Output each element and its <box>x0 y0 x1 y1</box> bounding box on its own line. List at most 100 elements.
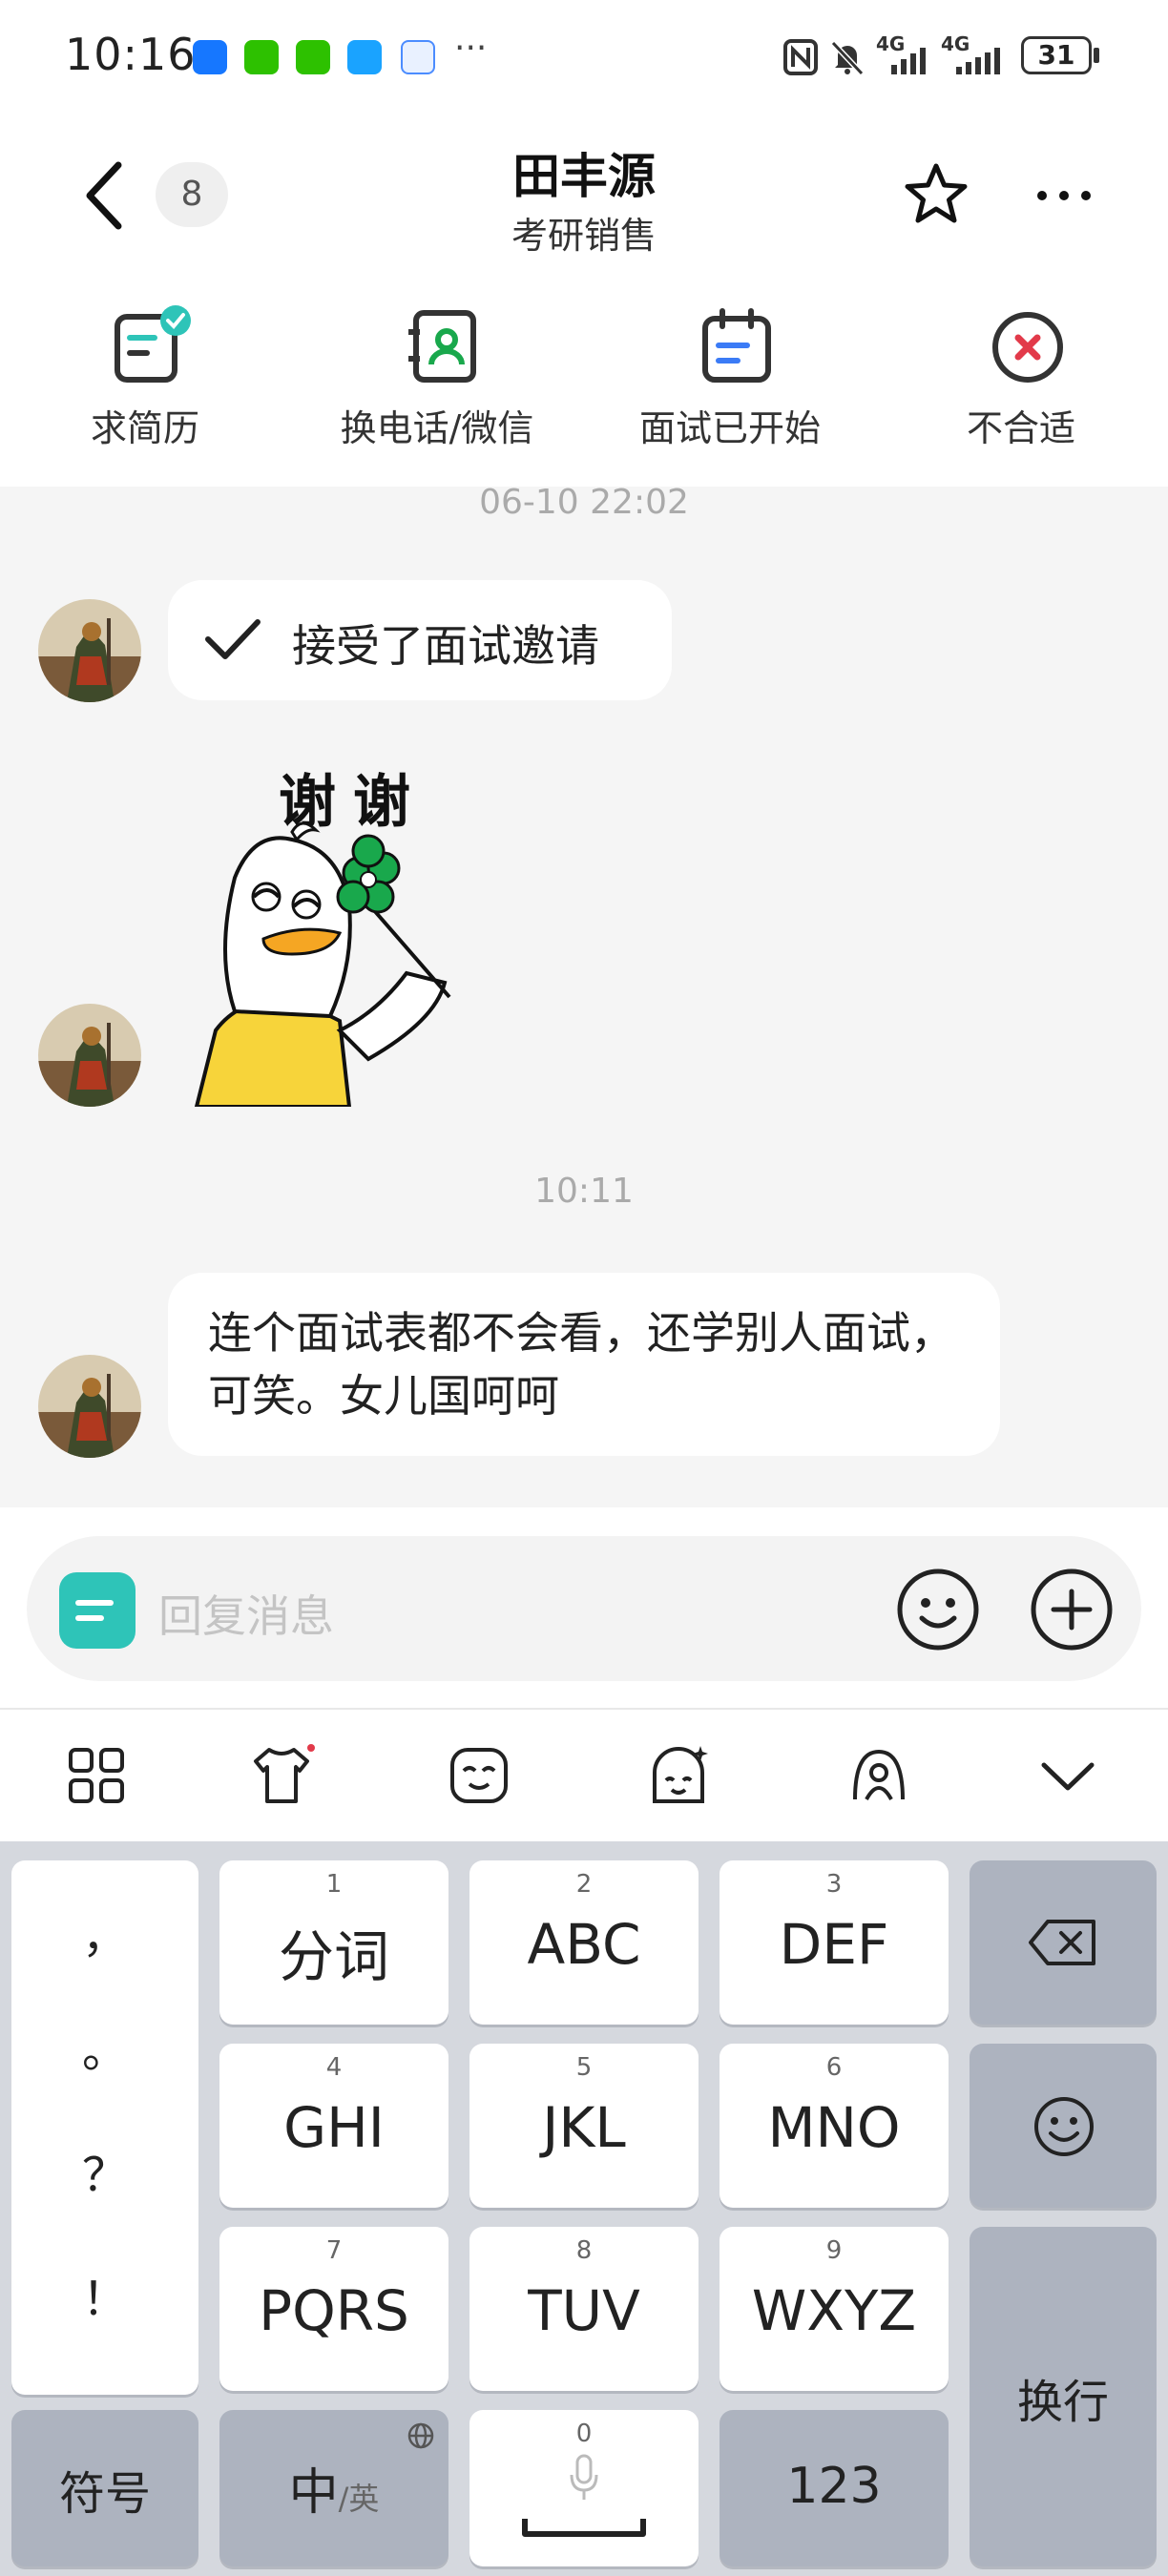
globe-icon <box>407 2422 434 2449</box>
key-number: 1 <box>325 1870 343 1899</box>
more-notifications: ··· <box>454 29 488 68</box>
key-number: 0 <box>575 2420 593 2448</box>
phrases-icon <box>75 1600 114 1621</box>
enter-key-label: 换行 <box>1016 2376 1109 2429</box>
language-switch-key[interactable]: 中/英 <box>219 2410 448 2566</box>
key-5-jkl[interactable]: 5 JKL <box>469 2044 699 2208</box>
numbers-key-label: 123 <box>786 2458 882 2515</box>
message-bubble[interactable]: 接受了面试邀请 <box>168 580 672 700</box>
key-number: 9 <box>825 2236 843 2265</box>
backspace-key[interactable] <box>970 1860 1157 2025</box>
keyboard-toolbar <box>0 1708 1168 1841</box>
message-timestamp: 10:11 <box>534 1172 634 1211</box>
punctuation-column[interactable]: ， 。 ？ ！ <box>11 1860 198 2395</box>
battery-nub <box>1094 48 1099 63</box>
notification-app-icon <box>193 40 227 74</box>
avatar-sticker-icon[interactable] <box>645 1742 712 1809</box>
wechat-icon <box>244 40 279 74</box>
keyboard-emoji-key[interactable] <box>970 2044 1157 2208</box>
action-label: 面试已开始 <box>638 407 821 449</box>
back-button[interactable] <box>76 157 134 234</box>
wechat-icon <box>296 40 330 74</box>
smiley-icon <box>1034 2097 1094 2156</box>
reject-x-icon <box>992 312 1063 383</box>
calendar-app-icon <box>401 40 435 74</box>
key-label: ABC <box>527 1912 641 1977</box>
action-label: 换电话/微信 <box>340 407 534 449</box>
unread-count-badge[interactable]: 8 <box>156 162 228 227</box>
key-number: 3 <box>825 1870 843 1899</box>
calendar-icon <box>702 308 771 383</box>
contact-avatar[interactable] <box>38 1004 141 1107</box>
key-number: 6 <box>825 2053 843 2082</box>
key-label: DEF <box>779 1912 889 1977</box>
key-comma[interactable]: ， <box>11 1899 198 1965</box>
microphone-icon <box>570 2454 598 2500</box>
enter-key[interactable]: 换行 <box>970 2227 1157 2566</box>
emoji-face-icon[interactable] <box>447 1742 513 1809</box>
more-options-button[interactable] <box>1031 172 1097 219</box>
star-favorite-button[interactable] <box>902 160 970 229</box>
contact-avatar[interactable] <box>38 1355 141 1458</box>
key-3-def[interactable]: 3 DEF <box>720 1860 949 2025</box>
contact-book-icon <box>408 310 476 383</box>
collapse-keyboard-icon[interactable] <box>1034 1742 1101 1809</box>
key-question[interactable]: ？ <box>11 2137 198 2204</box>
message-app-icon <box>347 40 382 74</box>
message-timestamp: 06-10 22:02 <box>479 483 689 522</box>
language-main: 中 <box>288 2464 339 2522</box>
signal-icon <box>891 48 926 74</box>
language-label: 中/英 <box>219 2452 448 2524</box>
key-8-tuv[interactable]: 8 TUV <box>469 2227 699 2391</box>
key-number: 4 <box>325 2053 343 2082</box>
key-label: PQRS <box>259 2278 409 2343</box>
signal-icon <box>956 48 1000 74</box>
key-4-ghi[interactable]: 4 GHI <box>219 2044 448 2208</box>
action-label: 不合适 <box>966 407 1075 449</box>
key-2-abc[interactable]: 2 ABC <box>469 1860 699 2025</box>
contact-avatar[interactable] <box>38 599 141 702</box>
resume-check-icon <box>115 305 191 383</box>
message-bubble[interactable]: 连个面试表都不会看，还学别人面试，可笑。女儿国呵呵 <box>168 1273 1000 1456</box>
message-text: 连个面试表都不会看，还学别人面试，可笑。女儿国呵呵 <box>208 1307 954 1422</box>
duck-sticker-image[interactable] <box>187 821 511 1107</box>
key-1-fenci[interactable]: 1 分词 <box>219 1860 448 2025</box>
key-label: GHI <box>283 2095 385 2160</box>
key-exclamation[interactable]: ！ <box>11 2261 198 2328</box>
backspace-icon <box>1029 1920 1095 1965</box>
status-time: 10:16 <box>65 29 197 80</box>
key-label: MNO <box>767 2095 901 2160</box>
contact-job-title: 考研销售 <box>511 215 657 257</box>
keyboard-brand-icon[interactable] <box>845 1742 912 1809</box>
symbols-key-label: 符号 <box>58 2467 151 2521</box>
key-6-mno[interactable]: 6 MNO <box>720 2044 949 2208</box>
skin-theme-icon[interactable] <box>248 1742 315 1809</box>
key-label: TUV <box>528 2278 640 2343</box>
emoji-button[interactable] <box>895 1567 981 1652</box>
key-period[interactable]: 。 <box>11 2013 198 2080</box>
key-7-pqrs[interactable]: 7 PQRS <box>219 2227 448 2391</box>
key-9-wxyz[interactable]: 9 WXYZ <box>720 2227 949 2391</box>
contact-name: 田丰源 <box>512 149 656 204</box>
key-number: 5 <box>575 2053 593 2082</box>
key-number: 2 <box>575 1870 593 1899</box>
key-label: WXYZ <box>751 2278 917 2343</box>
message-input-placeholder: 回复消息 <box>158 1590 334 1642</box>
nfc-icon <box>783 39 818 75</box>
mute-bell-icon <box>830 40 865 76</box>
space-bar-icon <box>522 2519 646 2537</box>
key-number: 8 <box>575 2236 593 2265</box>
battery-indicator: 31 <box>1021 36 1092 74</box>
apps-grid-icon[interactable] <box>63 1742 130 1809</box>
check-icon <box>205 619 261 659</box>
common-phrases-button[interactable] <box>59 1572 136 1649</box>
key-label: 分词 <box>278 1924 389 1989</box>
action-label: 求简历 <box>90 407 199 449</box>
key-number: 7 <box>325 2236 343 2265</box>
symbols-key[interactable]: 符号 <box>11 2410 198 2566</box>
key-label: JKL <box>542 2095 626 2160</box>
message-text: 接受了面试邀请 <box>292 620 599 672</box>
space-key[interactable]: 0 <box>469 2410 699 2566</box>
add-attachment-button[interactable] <box>1029 1567 1115 1652</box>
numbers-key[interactable]: 123 <box>720 2410 949 2566</box>
